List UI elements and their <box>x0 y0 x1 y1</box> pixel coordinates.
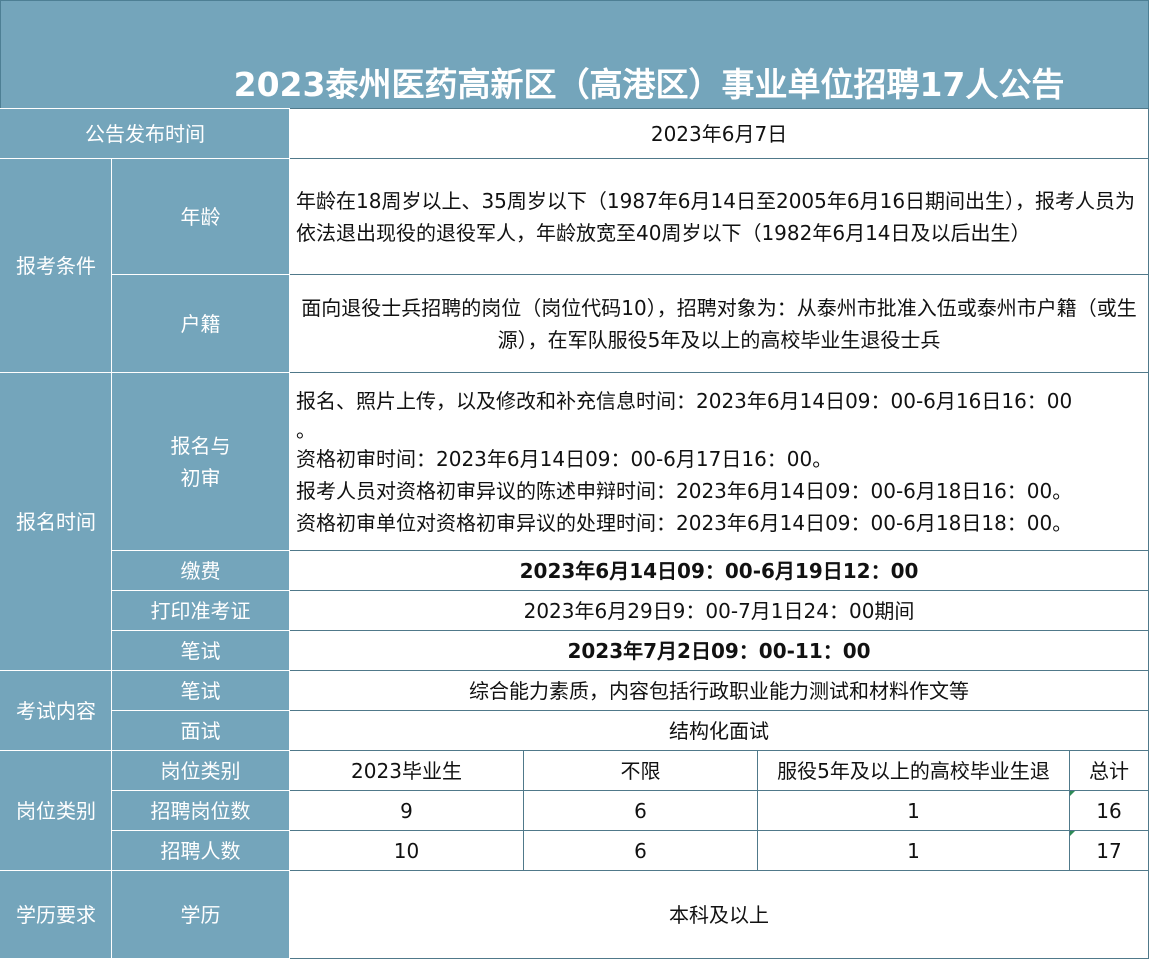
row-positions-count: 招聘岗位数 9 6 1 16 <box>1 790 1149 831</box>
row-fee: 缴费 2023年6月14日09：00-6月19日12：00 <box>1 550 1149 591</box>
huji-text: 面向退役士兵招聘的岗位（岗位代码10），招聘对象为：从泰州市批准入伍或泰州市户籍… <box>288 274 1149 373</box>
content-interview-value: 结构化面试 <box>288 710 1149 751</box>
content-written-value: 综合能力素质，内容包括行政职业能力测试和材料作文等 <box>288 670 1149 711</box>
positions-label: 岗位类别 <box>0 750 112 871</box>
print-value: 2023年6月29日9：00-7月1日24：00期间 <box>288 590 1149 631</box>
age-text: 年龄在18周岁以上、35周岁以下（1987年6月14日至2005年6月16日期间… <box>288 158 1149 275</box>
fee-value: 2023年6月14日09：00-6月19日12：00 <box>288 550 1149 591</box>
review-line-2: 。 <box>296 417 316 442</box>
print-label: 打印准考证 <box>111 590 290 631</box>
exam-value: 2023年7月2日09：00-11：00 <box>288 630 1149 671</box>
announcement-page: 2023泰州医药高新区（高港区）事业单位招聘17人公告 公告发布时间 2023年… <box>0 0 1149 960</box>
people-unlimited: 6 <box>523 830 758 871</box>
review-line-4: 报考人员对资格初审异议的陈述申辩时间：2023年6月14日09：00-6月18日… <box>296 478 1073 503</box>
row-positions-people: 招聘人数 10 6 1 17 <box>1 830 1149 871</box>
publish-label: 公告发布时间 <box>0 108 290 159</box>
review-line-3: 资格初审时间：2023年6月14日09：00-6月17日16：00。 <box>296 446 833 471</box>
exam-label: 笔试 <box>111 630 290 671</box>
count-graduate: 9 <box>289 790 524 831</box>
row-print: 打印准考证 2023年6月29日9：00-7月1日24：00期间 <box>1 590 1149 631</box>
row-positions-header: 岗位类别 岗位类别 2023毕业生 不限 服役5年及以上的高校毕业生退 总计 <box>0 750 1149 871</box>
people-graduate: 10 <box>289 830 524 871</box>
positions-count-label: 招聘岗位数 <box>111 790 290 831</box>
education-value: 本科及以上 <box>288 870 1149 959</box>
positions-header-label: 岗位类别 <box>111 750 290 791</box>
review-line-5: 资格初审单位对资格初审异议的处理时间：2023年6月14日09：00-6月18日… <box>296 510 1073 535</box>
positions-col-veteran: 服役5年及以上的高校毕业生退 <box>757 750 1070 791</box>
huji-label: 户籍 <box>111 274 290 373</box>
age-label: 年龄 <box>111 158 290 275</box>
row-exam: 笔试 2023年7月2日09：00-11：00 <box>1 630 1149 671</box>
people-total: 17 <box>1068 830 1149 871</box>
review-line-1: 报名、照片上传，以及修改和补充信息时间：2023年6月14日09：00-6月16… <box>296 388 1073 413</box>
row-content-interview: 面试 结构化面试 <box>1 710 1149 751</box>
publish-value: 2023年6月7日 <box>288 108 1149 159</box>
positions-col-total: 总计 <box>1068 750 1149 791</box>
review-label-line-2: 初审 <box>180 465 221 490</box>
content-label: 考试内容 <box>0 670 112 751</box>
count-total: 16 <box>1068 790 1149 831</box>
row-publish: 公告发布时间 2023年6月7日 <box>0 108 1149 159</box>
review-text: 报名、照片上传，以及修改和补充信息时间：2023年6月14日09：00-6月16… <box>288 372 1149 551</box>
fee-label: 缴费 <box>111 550 290 591</box>
count-unlimited: 6 <box>523 790 758 831</box>
content-written-label: 笔试 <box>111 670 290 711</box>
positions-people-label: 招聘人数 <box>111 830 290 871</box>
row-education: 学历要求 学历 本科及以上 <box>0 870 1149 959</box>
education-label: 学历要求 <box>0 870 112 959</box>
content-interview-label: 面试 <box>111 710 290 751</box>
positions-col-graduate: 2023毕业生 <box>289 750 524 791</box>
people-veteran: 1 <box>757 830 1070 871</box>
row-review: 报名时间 报名与 初审 报名、照片上传，以及修改和补充信息时间：2023年6月1… <box>0 372 1149 671</box>
row-content-written: 考试内容 笔试 综合能力素质，内容包括行政职业能力测试和材料作文等 <box>0 670 1149 751</box>
title-bar: 2023泰州医药高新区（高港区）事业单位招聘17人公告 <box>0 0 1149 108</box>
page-title: 2023泰州医药高新区（高港区）事业单位招聘17人公告 <box>233 65 1065 104</box>
count-veteran: 1 <box>757 790 1070 831</box>
education-sub-label: 学历 <box>111 870 290 959</box>
review-label-line-1: 报名与 <box>170 433 231 458</box>
review-label: 报名与 初审 <box>111 372 290 551</box>
announcement-table: 公告发布时间 2023年6月7日 报考条件 年龄 年龄在18周岁以上、35周岁以… <box>0 108 1149 959</box>
row-huji: 户籍 面向退役士兵招聘的岗位（岗位代码10），招聘对象为：从泰州市批准入伍或泰州… <box>1 274 1149 373</box>
signup-label: 报名时间 <box>0 372 112 671</box>
conditions-label: 报考条件 <box>0 158 112 373</box>
positions-col-unlimited: 不限 <box>523 750 758 791</box>
row-age: 报考条件 年龄 年龄在18周岁以上、35周岁以下（1987年6月14日至2005… <box>0 158 1149 373</box>
